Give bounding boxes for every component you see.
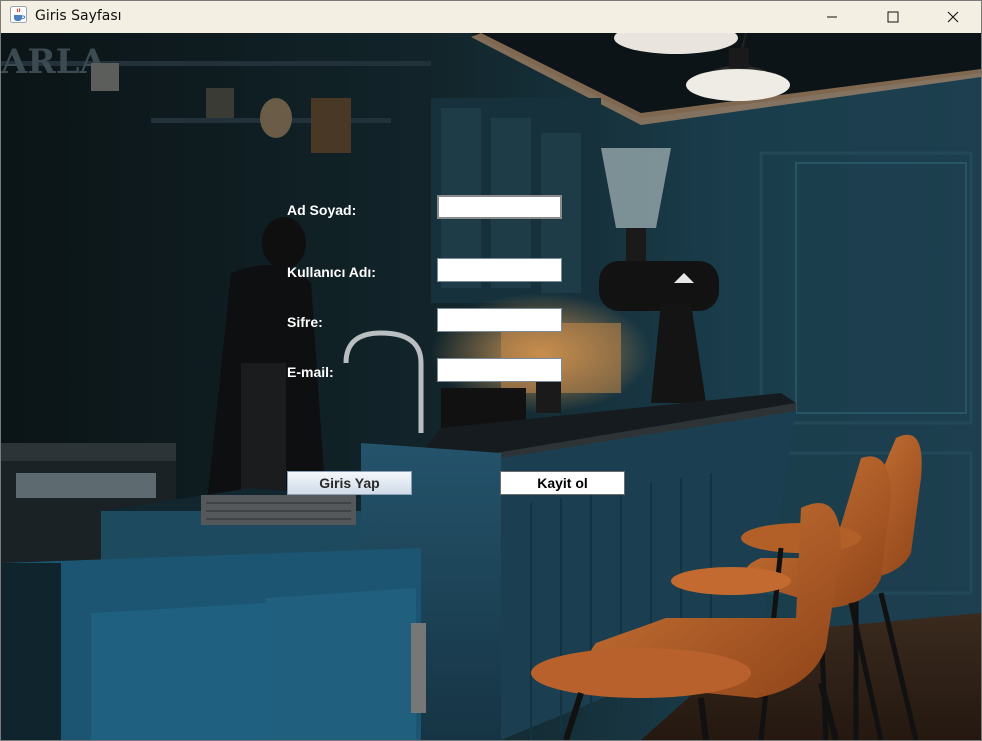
sifre-label: Sifre: — [287, 314, 323, 330]
email-input[interactable] — [437, 358, 562, 382]
maximize-icon — [887, 11, 899, 23]
minimize-button[interactable] — [809, 1, 855, 33]
svg-text:ARLA: ARLA — [1, 42, 107, 82]
maximize-button[interactable] — [870, 1, 916, 33]
giris-yap-button[interactable]: Giris Yap — [287, 471, 412, 495]
cafe-background-image: ARLA — [1, 33, 981, 740]
close-button[interactable] — [930, 1, 976, 33]
sifre-input[interactable] — [437, 308, 562, 332]
window-title: Giris Sayfası — [35, 8, 122, 24]
close-icon — [947, 11, 959, 23]
kullanici-adi-label: Kullanıcı Adı: — [287, 264, 376, 280]
app-window: Giris Sayfası ARLA Ad Soyad: Kullanıcı A… — [0, 0, 982, 741]
title-bar[interactable]: Giris Sayfası — [1, 1, 981, 33]
kayit-ol-button[interactable]: Kayit ol — [500, 471, 625, 495]
minimize-icon — [827, 16, 837, 18]
kullanici-adi-input[interactable] — [437, 258, 562, 282]
ad-soyad-label: Ad Soyad: — [287, 202, 357, 218]
ad-soyad-input[interactable] — [437, 195, 562, 219]
java-cup-icon — [10, 6, 27, 23]
login-panel: ARLA Ad Soyad: Kullanıcı Adı: Sifre: E-m… — [1, 33, 981, 740]
email-label: E-mail: — [287, 364, 334, 380]
